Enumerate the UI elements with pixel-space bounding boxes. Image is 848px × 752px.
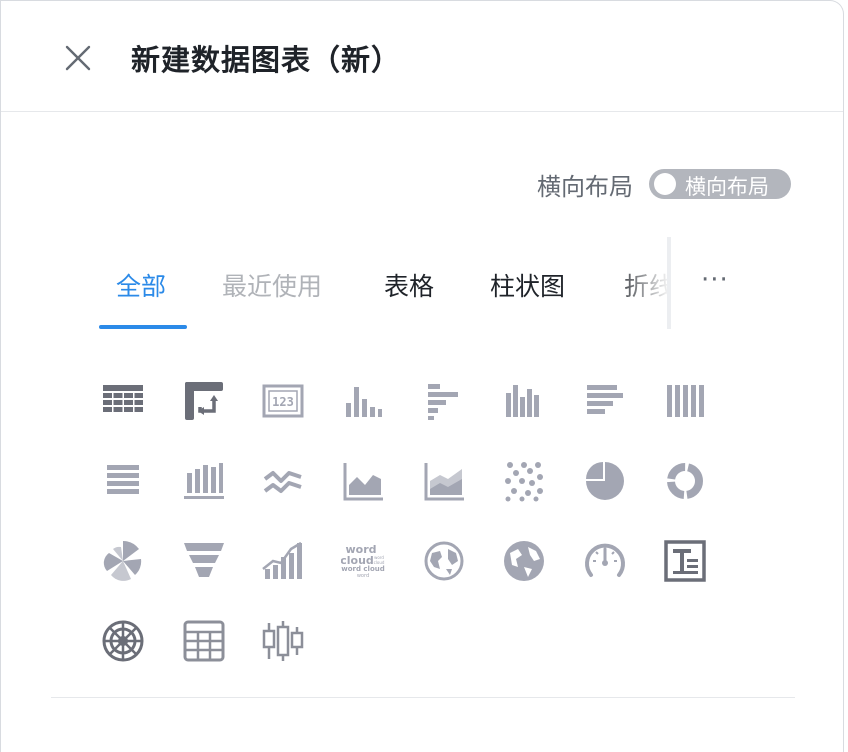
chart-type-rich-text[interactable] bbox=[663, 539, 707, 583]
table-icon bbox=[103, 385, 143, 412]
chart-type-word-cloud[interactable]: word cloud word cloud word cloud word bbox=[341, 539, 385, 583]
dialog-title: 新建数据图表（新） bbox=[131, 43, 402, 77]
rose-chart-icon bbox=[103, 541, 142, 581]
chart-type-scatter[interactable] bbox=[502, 459, 546, 503]
funnel-icon bbox=[184, 543, 224, 577]
footer-divider bbox=[51, 697, 795, 698]
chart-type-percent-stacked-bar[interactable] bbox=[101, 459, 145, 503]
rich-text-icon bbox=[664, 540, 706, 582]
tab-table[interactable]: 表格 bbox=[384, 267, 434, 303]
word-cloud-icon: word cloud word cloud word cloud word bbox=[341, 543, 385, 579]
number-card-icon: 123 bbox=[262, 384, 304, 418]
globe-map-icon bbox=[424, 541, 464, 581]
chart-category-tabs: 全部 最近使用 表格 柱状图 折线 bbox=[99, 237, 671, 329]
chart-type-percent-stacked-column[interactable] bbox=[182, 459, 226, 503]
more-tabs-button[interactable]: ··· bbox=[701, 265, 729, 295]
grid-table-icon bbox=[183, 620, 225, 662]
layout-toggle-row: 横向布局 横向布局 bbox=[537, 166, 791, 202]
chart-type-table[interactable] bbox=[101, 379, 145, 423]
bar-chart-icon bbox=[346, 387, 382, 417]
chart-type-candlestick[interactable] bbox=[261, 619, 305, 663]
chart-type-bar[interactable] bbox=[341, 379, 385, 423]
bar-line-combo-icon bbox=[262, 541, 302, 579]
chart-type-cross-table[interactable] bbox=[182, 619, 226, 663]
chart-type-donut[interactable] bbox=[663, 459, 707, 503]
word-cloud-text-4: word bbox=[357, 573, 369, 579]
chart-type-world-map[interactable] bbox=[502, 539, 546, 583]
chart-type-area[interactable] bbox=[341, 459, 385, 503]
percent-stacked-column-icon bbox=[184, 463, 224, 499]
chart-type-stacked-column[interactable] bbox=[663, 379, 707, 423]
chart-type-gauge[interactable] bbox=[583, 539, 627, 583]
close-button[interactable] bbox=[61, 41, 95, 75]
chart-type-line[interactable] bbox=[261, 459, 305, 503]
chart-type-grouped-bar[interactable] bbox=[502, 379, 546, 423]
percent-stacked-bar-icon bbox=[107, 465, 139, 494]
active-tab-underline bbox=[99, 325, 187, 329]
dialog-header: 新建数据图表（新） bbox=[1, 1, 843, 112]
close-icon bbox=[65, 45, 91, 71]
chart-type-pivot-table[interactable] bbox=[182, 379, 226, 423]
svg-text:123: 123 bbox=[272, 395, 294, 409]
tab-bar-chart[interactable]: 柱状图 bbox=[490, 267, 565, 303]
chart-type-horizontal-bar[interactable] bbox=[422, 379, 466, 423]
chart-type-pie[interactable] bbox=[583, 459, 627, 503]
tab-scroll-shadow bbox=[667, 237, 671, 329]
gauge-icon bbox=[585, 543, 625, 577]
chart-type-stacked-area[interactable] bbox=[422, 459, 466, 503]
word-cloud-text-3: word cloud bbox=[341, 565, 385, 573]
pivot-table-icon bbox=[185, 382, 223, 420]
tab-all[interactable]: 全部 bbox=[116, 267, 166, 303]
horizontal-bar-icon bbox=[428, 384, 458, 420]
scatter-icon bbox=[505, 462, 543, 502]
chart-type-rose[interactable] bbox=[101, 539, 145, 583]
pie-chart-icon bbox=[586, 462, 624, 500]
tab-recent[interactable]: 最近使用 bbox=[222, 267, 322, 303]
layout-label: 横向布局 bbox=[537, 172, 633, 201]
chart-type-funnel[interactable] bbox=[182, 539, 226, 583]
line-chart-icon bbox=[263, 471, 302, 493]
horizontal-layout-switch[interactable]: 横向布局 bbox=[649, 169, 791, 199]
stacked-horizontal-bar-icon bbox=[587, 385, 623, 414]
chart-type-radar[interactable] bbox=[101, 619, 145, 663]
candlestick-icon bbox=[262, 621, 304, 661]
radar-chart-icon bbox=[102, 620, 144, 662]
chart-type-stacked-horizontal-bar[interactable] bbox=[583, 379, 627, 423]
chart-type-indicator-card[interactable]: 123 bbox=[261, 379, 305, 423]
world-map-icon bbox=[504, 541, 544, 581]
grouped-bar-icon bbox=[506, 385, 539, 417]
tab-line-chart[interactable]: 折线 bbox=[624, 267, 671, 303]
new-chart-dialog: 新建数据图表（新） 横向布局 横向布局 全部 最近使用 表格 柱状图 折线 ··… bbox=[0, 0, 844, 752]
switch-knob bbox=[654, 173, 676, 195]
area-chart-icon bbox=[343, 463, 383, 501]
stacked-column-icon bbox=[667, 385, 704, 417]
chart-type-bar-line-combo[interactable] bbox=[261, 539, 305, 583]
stacked-area-icon bbox=[424, 463, 464, 501]
switch-text: 横向布局 bbox=[685, 175, 769, 199]
donut-chart-icon bbox=[667, 463, 703, 499]
chart-type-map[interactable] bbox=[422, 539, 466, 583]
